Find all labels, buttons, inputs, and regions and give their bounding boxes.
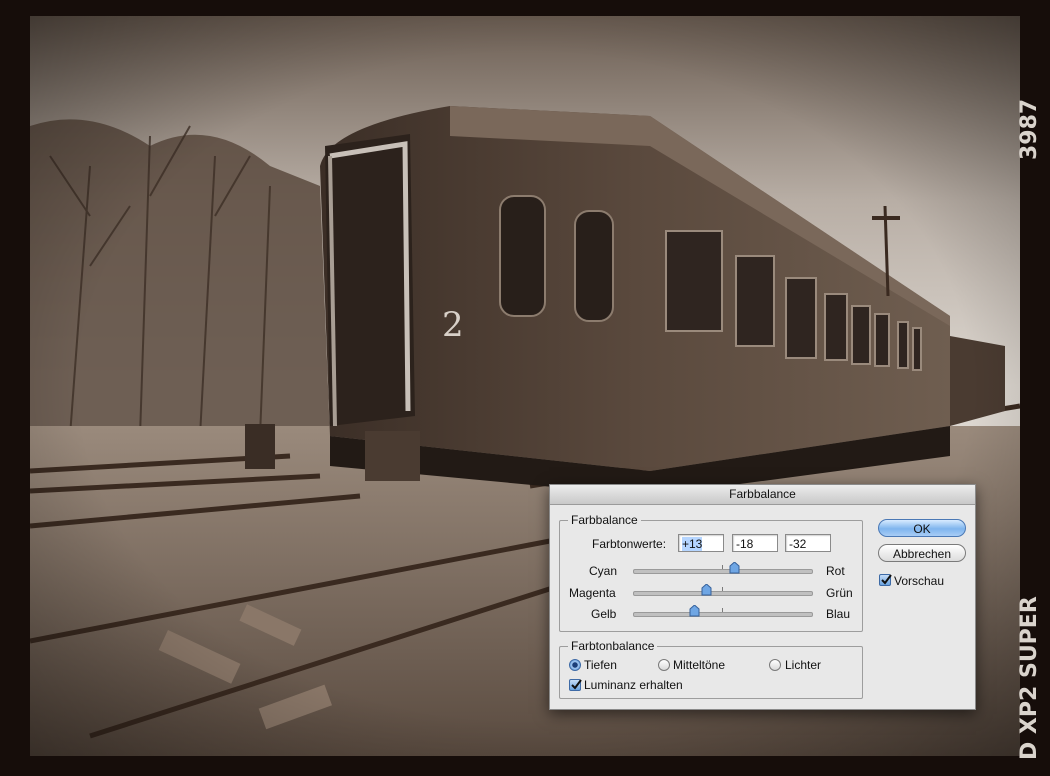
checkmark-icon xyxy=(571,679,582,690)
radio-shadows[interactable] xyxy=(569,659,581,671)
magenta-green-slider[interactable] xyxy=(633,584,813,596)
color-levels-label: Farbtonwerte: xyxy=(592,537,667,551)
yellow-blue-slider-thumb[interactable] xyxy=(689,605,700,617)
preserve-luminosity-label[interactable]: Luminanz erhalten xyxy=(584,678,683,692)
slider-center-tick xyxy=(722,587,723,591)
color-balance-group: Farbbalance Farbtonwerte: +13 -18 -32 Cy… xyxy=(559,513,863,632)
tone-balance-group-label: Farbtonbalance xyxy=(568,639,658,653)
radio-midtones[interactable] xyxy=(658,659,670,671)
slider-green-label: Grün xyxy=(826,586,853,600)
tone-balance-group: Farbtonbalance Tiefen Mitteltöne Lichter… xyxy=(559,639,863,699)
slider-center-tick xyxy=(722,608,723,612)
color-balance-group-label: Farbbalance xyxy=(568,513,641,527)
cyan-red-slider[interactable] xyxy=(633,562,813,574)
slider-center-tick xyxy=(722,565,723,569)
slider-yellow-label: Gelb xyxy=(591,607,617,621)
preserve-luminosity-checkbox[interactable] xyxy=(569,679,582,691)
slider-red-label: Rot xyxy=(826,564,845,578)
radio-highlights-label[interactable]: Lichter xyxy=(785,658,821,672)
slider-cyan-label: Cyan xyxy=(589,564,618,578)
film-edge-brand: D XP2 SUPER xyxy=(1017,596,1042,760)
dialog-title[interactable]: Farbbalance xyxy=(550,485,975,505)
ok-button[interactable]: OK xyxy=(878,519,966,537)
preview-label[interactable]: Vorschau xyxy=(894,574,944,588)
film-edge-number: 3987 xyxy=(1017,99,1042,160)
checkmark-icon xyxy=(881,574,892,585)
color-level-2-field[interactable]: -18 xyxy=(732,534,778,552)
radio-highlights[interactable] xyxy=(769,659,781,671)
color-level-3-value: -32 xyxy=(789,537,807,551)
color-level-3-field[interactable]: -32 xyxy=(785,534,831,552)
color-level-2-value: -18 xyxy=(736,537,754,551)
color-level-1-field[interactable]: +13 xyxy=(678,534,724,552)
color-level-1-value: +13 xyxy=(682,537,703,551)
cyan-red-slider-thumb[interactable] xyxy=(729,562,740,574)
magenta-green-slider-thumb[interactable] xyxy=(701,584,712,596)
film-edge-svg: 3987 D XP2 SUPER xyxy=(1017,99,1042,760)
radio-midtones-label[interactable]: Mitteltöne xyxy=(673,658,725,672)
film-edge-markings: 3987 D XP2 SUPER xyxy=(1006,80,1046,760)
slider-magenta-label: Magenta xyxy=(569,586,616,600)
radio-shadows-label[interactable]: Tiefen xyxy=(584,658,617,672)
cancel-button[interactable]: Abbrechen xyxy=(878,544,966,562)
preview-checkbox[interactable] xyxy=(879,574,892,586)
yellow-blue-slider[interactable] xyxy=(633,605,813,617)
color-balance-dialog: Farbbalance Farbbalance Farbtonwerte: +1… xyxy=(549,484,976,710)
slider-blue-label: Blau xyxy=(826,607,851,621)
